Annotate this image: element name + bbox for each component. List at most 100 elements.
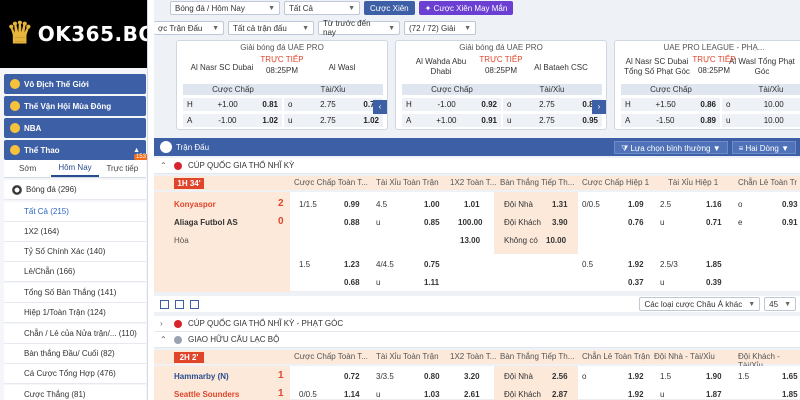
odds-value[interactable]: 1.87: [706, 390, 722, 399]
sidebar-item-halftime-fulltime[interactable]: Hiệp 1/Toàn Trận (124): [4, 303, 146, 323]
odds-column-header: 1H 34' Cược Chấp Toàn T... Tài Xỉu Toàn …: [154, 176, 800, 190]
odds-value[interactable]: 1.14: [344, 390, 360, 399]
market-select[interactable]: Tất cả trận đấu ▼: [228, 21, 314, 35]
carousel-prev-button[interactable]: ‹: [373, 100, 387, 114]
tab-live[interactable]: Trực tiếp 153: [99, 154, 147, 177]
odds-value[interactable]: 1.65: [782, 372, 798, 381]
sidebar-category-sports[interactable]: Thể Thao ▲: [4, 140, 146, 160]
league-row[interactable]: ⌃ CÚP QUỐC GIA THỔ NHĨ KỲ: [154, 158, 800, 174]
odds-value[interactable]: 1.85: [782, 390, 798, 399]
odds-value[interactable]: 0.93: [782, 200, 798, 209]
odds-cell[interactable]: o 2.75 0.86: [503, 98, 602, 111]
odds-value[interactable]: 0.99: [344, 200, 360, 209]
odds-value[interactable]: 1.92: [628, 260, 644, 269]
odds-value[interactable]: 2.87: [552, 390, 568, 399]
league-count-select[interactable]: (72 / 72) Giải ▼: [404, 21, 476, 35]
odds-cell[interactable]: A -1.50 0.89: [621, 114, 720, 127]
sidebar-item-mix-parlay[interactable]: Cá Cược Tổng Hợp (476): [4, 364, 146, 384]
odds-value[interactable]: 2.61: [464, 390, 480, 399]
odds-cell[interactable]: H +1.00 0.81: [183, 98, 282, 111]
crown-logo-icon: ♛: [6, 17, 34, 50]
odds-value[interactable]: 2.56: [552, 372, 568, 381]
side-label: u: [507, 116, 512, 125]
odds-value[interactable]: 0.75: [424, 260, 440, 269]
odds-value[interactable]: 0.76: [628, 218, 644, 227]
sidebar-item-outright[interactable]: Cược Thắng (81): [4, 385, 146, 400]
page-size-select[interactable]: 45 ▼: [764, 297, 796, 311]
odds-value[interactable]: 1.09: [628, 200, 644, 209]
odds-value[interactable]: 10.00: [546, 236, 566, 245]
sidebar-item-all[interactable]: Tất Cả (215): [4, 202, 146, 222]
odds-value[interactable]: 3.20: [464, 372, 480, 381]
odds-value: 1.02: [262, 116, 278, 125]
odds-cell[interactable]: o 10.00: [722, 98, 800, 111]
sidebar-item-first-last-goal[interactable]: Bàn thắng Đầu/ Cuối (82): [4, 344, 146, 364]
odds-value[interactable]: 0.37: [628, 278, 644, 287]
odds-cell[interactable]: A -1.00 1.02: [183, 114, 282, 127]
sort-select[interactable]: Từ trước đến nay ▼: [318, 19, 400, 37]
odds-value[interactable]: 1.92: [628, 372, 644, 381]
bet-type-select[interactable]: ợc Trận Đấu ▼: [154, 21, 224, 35]
odds-value[interactable]: 1.01: [464, 200, 480, 209]
filter-select[interactable]: Tất Cả ▼: [284, 1, 360, 15]
sidebar-item-half-odd-even[interactable]: Chẵn / Lẻ của Nửa trận/... (110): [4, 324, 146, 344]
league-row[interactable]: ⌃ GIAO HỮU CÂU LẠC BỘ: [154, 332, 800, 348]
odds-cell[interactable]: u 10.00: [722, 114, 800, 127]
view-select[interactable]: ≡ Hai Dòng ▼: [731, 140, 796, 154]
odds-cell[interactable]: A +1.00 0.91: [402, 114, 501, 127]
odds-value[interactable]: 1.92: [628, 390, 644, 399]
odds-value[interactable]: 0.80: [424, 372, 440, 381]
sidebar-category-world-cup[interactable]: Vô Địch Thế Giới: [4, 74, 146, 94]
odds-value[interactable]: 1.31: [552, 200, 568, 209]
odds-value[interactable]: 0.72: [344, 372, 360, 381]
sidebar-item-1x2[interactable]: 1X2 (164): [4, 222, 146, 242]
odds-value[interactable]: 3.90: [552, 218, 568, 227]
brand-logo[interactable]: ♛ OK365.BOT: [0, 0, 147, 68]
soccer-ball-icon: [10, 145, 20, 155]
odds-value[interactable]: 0.68: [344, 278, 360, 287]
odds-type-select[interactable]: ⧩ Lựa chọn bình thường ▼: [614, 140, 728, 154]
card-odds-row: A +1.00 0.91 u 2.75 0.95: [402, 114, 602, 128]
carousel-next-button[interactable]: ›: [592, 100, 606, 114]
match-card[interactable]: Giải bóng đá UAE PRO Al Nasr SC Dubai Al…: [176, 40, 388, 130]
grid-view-icon[interactable]: [160, 299, 169, 309]
sidebar-category-nba[interactable]: NBA: [4, 118, 146, 138]
sidebar-item-total-goals[interactable]: Tổng Số Bàn Thắng (141): [4, 283, 146, 303]
odds-value[interactable]: 13.00: [460, 236, 480, 245]
odds-cell[interactable]: H +1.50 0.86: [621, 98, 720, 111]
column-header: Tài Xỉu Hiệp 1: [668, 178, 719, 187]
odds-cell[interactable]: u 2.75 1.02: [284, 114, 383, 127]
match-card[interactable]: UAE PRO LEAGUE - PHẠ... Al Nasr SC Dubai…: [614, 40, 800, 130]
parlay-button[interactable]: Cược Xiên: [364, 1, 415, 15]
odds-value[interactable]: 0.71: [706, 218, 722, 227]
match-card[interactable]: Giải bóng đá UAE PRO Al Wahda Abu Dhabi …: [395, 40, 607, 130]
odds-value[interactable]: 0.91: [782, 218, 798, 227]
sidebar-category-winter-olympics[interactable]: Thế Vận Hội Mùa Đông: [4, 96, 146, 116]
odds-cell[interactable]: H -1.00 0.92: [402, 98, 501, 111]
odds-value[interactable]: 0.39: [706, 278, 722, 287]
odds-value[interactable]: 1.11: [424, 278, 439, 287]
sport-select[interactable]: Bóng đá / Hôm Nay ▼: [170, 1, 280, 15]
sidebar-item-football[interactable]: Bóng đá (296): [4, 180, 146, 200]
odds-cell[interactable]: u 2.75 0.95: [503, 114, 602, 127]
odds-value[interactable]: 1.85: [706, 260, 722, 269]
odds-value[interactable]: 0.88: [344, 218, 360, 227]
league-row[interactable]: › CÚP QUỐC GIA THỔ NHĨ KỲ - PHẠT GÓC: [154, 316, 800, 332]
odds-value[interactable]: 1.03: [424, 390, 440, 399]
odds-value[interactable]: 100.00: [458, 218, 482, 227]
odds-value[interactable]: 1.90: [706, 372, 722, 381]
tab-early[interactable]: Sớm: [4, 160, 51, 177]
stats-icon[interactable]: [190, 299, 199, 309]
table-view-icon[interactable]: [175, 299, 184, 309]
card-odds-row: H +1.00 0.81 o 2.75 0.79: [183, 98, 383, 112]
odds-value[interactable]: 0.85: [424, 218, 440, 227]
sidebar-item-odd-even[interactable]: Lẻ/Chẵn (166): [4, 262, 146, 282]
sidebar-item-correct-score[interactable]: Tỷ Số Chính Xác (140): [4, 242, 146, 262]
odds-value[interactable]: 1.23: [344, 260, 360, 269]
odds-value[interactable]: 1.00: [424, 200, 440, 209]
lucky-parlay-button[interactable]: ✦ Cược Xiên May Mắn: [418, 1, 514, 15]
odds-value[interactable]: 1.16: [706, 200, 722, 209]
market-type-select[interactable]: Các loại cược Châu Á khác ▼: [639, 297, 761, 311]
tab-today[interactable]: Hôm Nay: [51, 160, 99, 177]
odds-cell[interactable]: o 2.75 0.79: [284, 98, 383, 111]
